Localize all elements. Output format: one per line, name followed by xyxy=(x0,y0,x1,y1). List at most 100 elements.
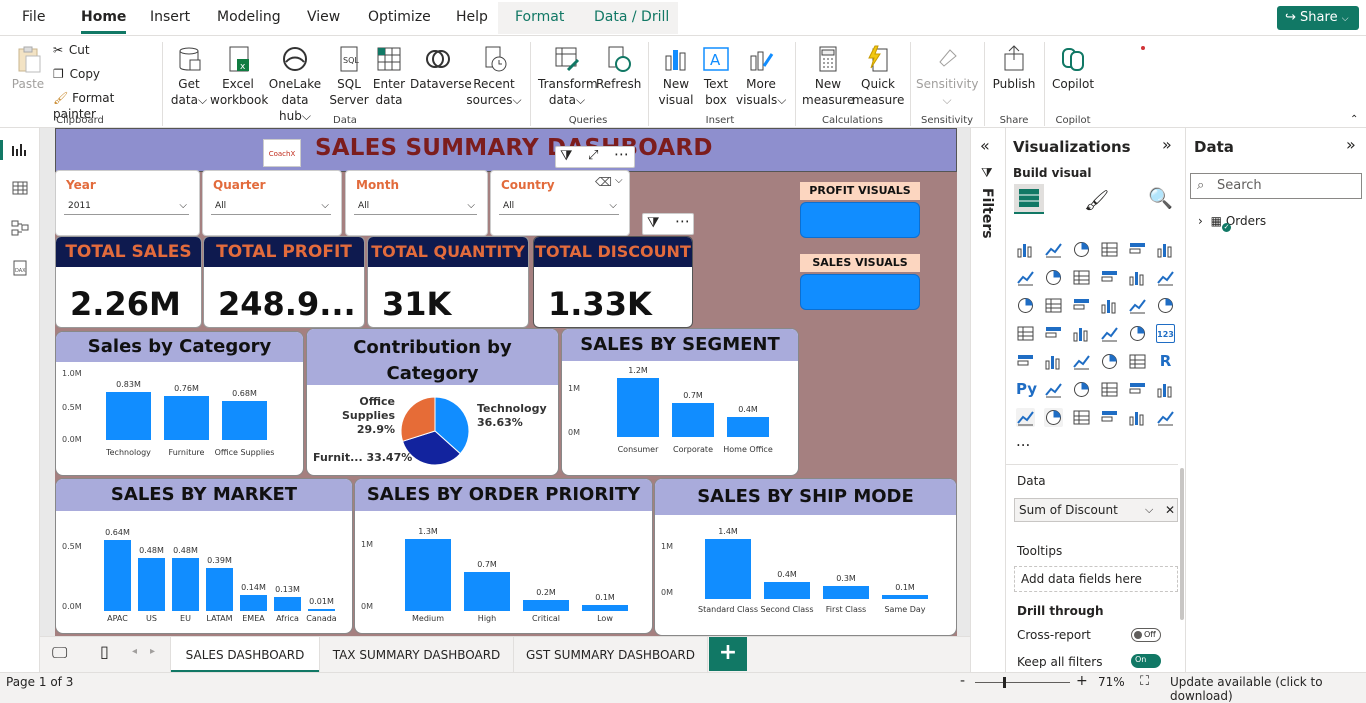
filters-label[interactable]: Filters xyxy=(979,188,995,239)
more-visuals-button[interactable]: More visuals⌵ xyxy=(736,44,786,108)
bar-latam[interactable] xyxy=(206,567,233,611)
bar-office-supplies[interactable] xyxy=(222,400,267,440)
slicer-dropdown[interactable]: All ⌵ xyxy=(354,197,477,215)
scroll-right-icon[interactable]: ▸ xyxy=(150,646,155,657)
waterfall-visual-icon[interactable] xyxy=(1044,296,1063,315)
paste-button[interactable]: Paste xyxy=(10,44,46,92)
zoom-out-button[interactable]: - xyxy=(960,673,965,689)
area-visual-icon[interactable] xyxy=(1044,268,1063,287)
slicer-dropdown[interactable]: All ⌵ xyxy=(499,197,619,215)
chart-contribution-by-category[interactable]: Contribution by Category Technology 36.63… xyxy=(306,328,559,476)
focus-mode-icon[interactable]: ⤢ xyxy=(588,148,598,163)
add-page-button[interactable]: + xyxy=(709,637,747,671)
new-visual-button[interactable]: New visual xyxy=(656,44,696,108)
profit-visuals-button[interactable] xyxy=(800,202,920,238)
bar-same-day[interactable] xyxy=(882,594,928,599)
excel-workbook-button[interactable]: x Excel workbook xyxy=(210,44,268,108)
chart-sales-by-ship-mode[interactable]: SALES BY SHIP MODE 1M 0M 1.4M Standard Clas… xyxy=(654,478,957,636)
table-visual-icon[interactable] xyxy=(1100,352,1119,371)
analytics-magnifier-icon[interactable]: 🔍 xyxy=(1148,186,1173,210)
funnel-visual-icon[interactable] xyxy=(1072,296,1091,315)
r-script-visual-icon[interactable]: R xyxy=(1156,352,1175,371)
tab-file[interactable]: File xyxy=(22,9,45,25)
scatter-visual-icon[interactable] xyxy=(1100,296,1119,315)
stacked-column-visual-icon[interactable] xyxy=(1044,240,1063,259)
slicer-dropdown[interactable]: 2011 ⌵ xyxy=(64,197,189,215)
eraser-icon[interactable]: ⌫ xyxy=(595,175,612,189)
collapse-right-icon[interactable]: » xyxy=(1162,135,1172,154)
data-field-pill[interactable]: Sum of Discount ⌵ ✕ xyxy=(1014,498,1178,522)
format-paintbrush-icon[interactable]: 🖌 xyxy=(1084,188,1109,212)
filter-icon[interactable]: ⧩ xyxy=(560,148,573,164)
get-data-button[interactable]: Get data⌵ xyxy=(168,44,210,108)
filter-icon[interactable]: ⧩ xyxy=(647,215,660,231)
quick-measure-button[interactable]: Quick measure xyxy=(852,44,904,108)
tab-format[interactable]: Format xyxy=(515,9,564,25)
100-area-visual-icon[interactable] xyxy=(1100,268,1119,287)
onelake-data-hub-button[interactable]: OneLake data hub⌵ xyxy=(266,44,324,124)
share-button[interactable]: ↪ Share ⌵ xyxy=(1277,6,1359,30)
bar-consumer[interactable] xyxy=(617,377,659,437)
line-clustered-visual-icon[interactable] xyxy=(1156,268,1175,287)
slicer-new-visual-icon[interactable] xyxy=(1072,408,1091,427)
arcgis-visual-icon[interactable] xyxy=(1100,408,1119,427)
more-options-icon[interactable]: ⋯ xyxy=(675,212,690,230)
ribbon-visual-icon[interactable] xyxy=(1016,296,1035,315)
chart-sales-by-category[interactable]: Sales by Category 1.0M 0.5M 0.0M 0.83M Techn… xyxy=(55,331,304,476)
power-automate-visual-icon[interactable] xyxy=(1156,408,1175,427)
chart-sales-by-market[interactable]: SALES BY MARKET 0.5M 0.0M 0.64M APAC 0.48M US… xyxy=(55,478,353,634)
bar-low[interactable] xyxy=(582,605,628,611)
more-visuals-ellipsis[interactable]: ... xyxy=(1016,432,1030,450)
page-tab-sales-dashboard[interactable]: SALES DASHBOARD xyxy=(170,637,320,673)
python-visual-icon[interactable]: Py xyxy=(1016,380,1037,399)
scroll-left-icon[interactable]: ◂ xyxy=(132,646,137,657)
transform-data-button[interactable]: Transform data⌵ xyxy=(538,44,598,108)
stacked-bar-visual-icon[interactable] xyxy=(1016,240,1035,259)
chevron-down-icon[interactable]: ⌵ xyxy=(1145,499,1153,521)
dataverse-button[interactable]: Dataverse xyxy=(410,44,472,92)
dax-query-view-icon[interactable]: DAX xyxy=(11,260,29,276)
tab-insert[interactable]: Insert xyxy=(150,9,190,25)
stacked-area-visual-icon[interactable] xyxy=(1072,268,1091,287)
treemap-visual-icon[interactable] xyxy=(1016,324,1035,343)
collapse-right-icon[interactable]: » xyxy=(1346,135,1356,154)
model-view-icon[interactable] xyxy=(11,220,29,236)
cut-button[interactable]: ✂ Cut xyxy=(53,42,153,58)
100-bar-visual-icon[interactable] xyxy=(1128,240,1147,259)
copy-button[interactable]: ❐ Copy xyxy=(53,66,153,82)
table-orders[interactable]: › ▦ Orders xyxy=(1198,214,1266,228)
pie-visual-icon[interactable] xyxy=(1128,296,1147,315)
key-influencers-visual-icon[interactable] xyxy=(1044,380,1063,399)
kpi-visual-icon[interactable] xyxy=(1044,352,1063,371)
slicer-visual-icon[interactable] xyxy=(1072,352,1091,371)
bar-apac[interactable] xyxy=(104,539,131,611)
data-search-input[interactable]: ⌕ Search xyxy=(1190,173,1362,199)
bar-corporate[interactable] xyxy=(672,402,714,437)
copilot-button[interactable]: Copilot xyxy=(1050,44,1096,92)
kpi-total-profit[interactable]: TOTAL PROFIT 248.9... xyxy=(203,236,365,328)
collapse-ribbon-icon[interactable]: ⌃ xyxy=(1350,114,1358,125)
keep-filters-toggle[interactable]: On xyxy=(1131,654,1161,668)
bar-second-class[interactable] xyxy=(764,581,810,599)
bar-technology[interactable] xyxy=(106,391,151,440)
recent-sources-button[interactable]: Recent sources⌵ xyxy=(466,44,522,108)
line-column-visual-icon[interactable] xyxy=(1128,268,1147,287)
chart-sales-by-order-priority[interactable]: SALES BY ORDER PRIORITY 1M 0M 1.3M Medium 0.… xyxy=(354,478,653,634)
paginated-visual-icon[interactable] xyxy=(1016,408,1035,427)
slicer-country[interactable]: Country ⌫ ⌵ All ⌵ xyxy=(490,170,630,236)
bar-first-class[interactable] xyxy=(823,586,869,599)
sensitivity-button[interactable]: Sensitivity ⌵ xyxy=(916,44,978,108)
bar-furniture[interactable] xyxy=(164,395,209,440)
mobile-layout-icon[interactable]: ▯ xyxy=(100,642,109,661)
zoom-slider-thumb[interactable] xyxy=(1003,677,1006,688)
gauge-visual-icon[interactable] xyxy=(1128,324,1147,343)
bar-eu[interactable] xyxy=(172,557,199,611)
page-tab-gst-summary[interactable]: GST SUMMARY DASHBOARD xyxy=(514,637,708,673)
page-tab-tax-summary[interactable]: TAX SUMMARY DASHBOARD xyxy=(320,637,514,673)
publish-button[interactable]: Publish xyxy=(990,44,1038,92)
tab-view[interactable]: View xyxy=(307,9,340,25)
enter-data-button[interactable]: Enter data xyxy=(370,44,408,108)
tab-optimize[interactable]: Optimize xyxy=(368,9,431,25)
map-visual-icon[interactable] xyxy=(1044,324,1063,343)
build-visual-tab[interactable] xyxy=(1014,184,1044,214)
